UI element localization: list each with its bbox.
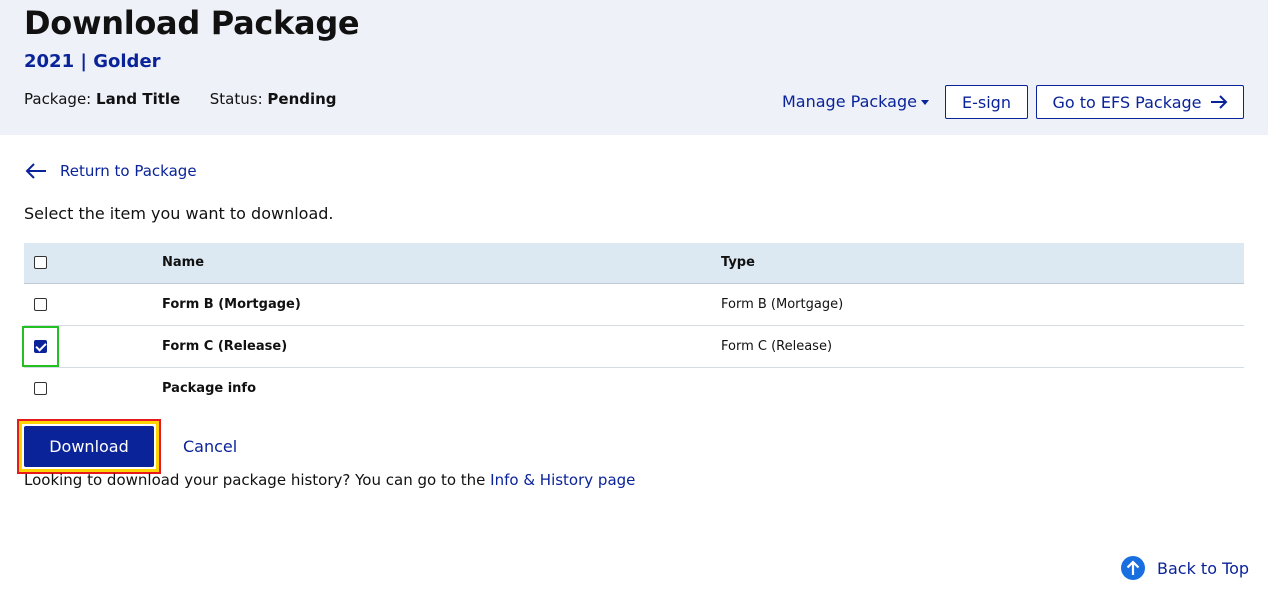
subtitle-separator: | xyxy=(80,51,87,72)
row-checkbox-package-info[interactable] xyxy=(34,381,47,395)
package-type-label: Package: xyxy=(24,90,92,108)
package-client: Golder xyxy=(93,51,161,72)
arrow-up-circle-icon xyxy=(1121,556,1145,580)
column-header-name: Name xyxy=(162,243,721,284)
package-type-value: Land Title xyxy=(96,90,181,108)
page-header: Download Package 2021 | Golder Package: … xyxy=(0,0,1268,135)
row-type: Form B (Mortgage) xyxy=(721,283,1244,326)
return-to-package-link[interactable]: Return to Package xyxy=(24,161,197,181)
caret-down-icon xyxy=(920,100,929,105)
page-title: Download Package xyxy=(24,4,360,42)
arrow-left-icon xyxy=(25,163,46,179)
back-to-top-label: Back to Top xyxy=(1157,558,1250,578)
history-note: Looking to download your package history… xyxy=(24,471,635,489)
cancel-link[interactable]: Cancel xyxy=(183,437,237,456)
package-year: 2021 xyxy=(24,51,75,72)
row-name: Form C (Release) xyxy=(162,325,721,368)
go-to-efs-package-button[interactable]: Go to EFS Package xyxy=(1036,85,1244,119)
download-items-table: Name Type Form B (Mortgage) Form B (Mort… xyxy=(24,243,1244,409)
history-text: Looking to download your package history… xyxy=(24,471,486,489)
manage-package-dropdown[interactable]: Manage Package xyxy=(782,92,929,111)
table-header-row: Name Type xyxy=(24,243,1244,284)
package-meta: Package: Land Title Status: Pending xyxy=(24,90,337,108)
row-type xyxy=(721,367,1244,409)
checkbox-highlight xyxy=(22,326,59,367)
efs-button-label: Go to EFS Package xyxy=(1052,92,1202,112)
info-history-link[interactable]: Info & History page xyxy=(490,471,635,489)
arrow-right-icon xyxy=(1210,95,1227,109)
row-type: Form C (Release) xyxy=(721,325,1244,368)
package-subtitle: 2021 | Golder xyxy=(24,51,161,72)
status-value: Pending xyxy=(267,90,337,108)
table-row: Form B (Mortgage) Form B (Mortgage) xyxy=(24,283,1244,326)
status-label: Status: xyxy=(209,90,263,108)
return-to-package-label: Return to Package xyxy=(60,162,197,180)
manage-package-label: Manage Package xyxy=(782,92,917,111)
row-name: Form B (Mortgage) xyxy=(162,283,721,326)
row-name: Package info xyxy=(162,380,257,396)
esign-button[interactable]: E-sign xyxy=(945,85,1028,119)
row-checkbox-form-b[interactable] xyxy=(34,297,47,311)
download-button[interactable]: Download xyxy=(24,426,154,467)
select-all-checkbox[interactable] xyxy=(34,256,47,270)
instructions-text: Select the item you want to download. xyxy=(24,204,334,223)
table-row: Package info xyxy=(24,367,1244,409)
table-row: Form C (Release) Form C (Release) xyxy=(24,325,1244,368)
select-all-cell xyxy=(24,243,162,284)
column-header-type: Type xyxy=(721,243,1244,284)
back-to-top-link[interactable]: Back to Top xyxy=(1121,556,1249,580)
